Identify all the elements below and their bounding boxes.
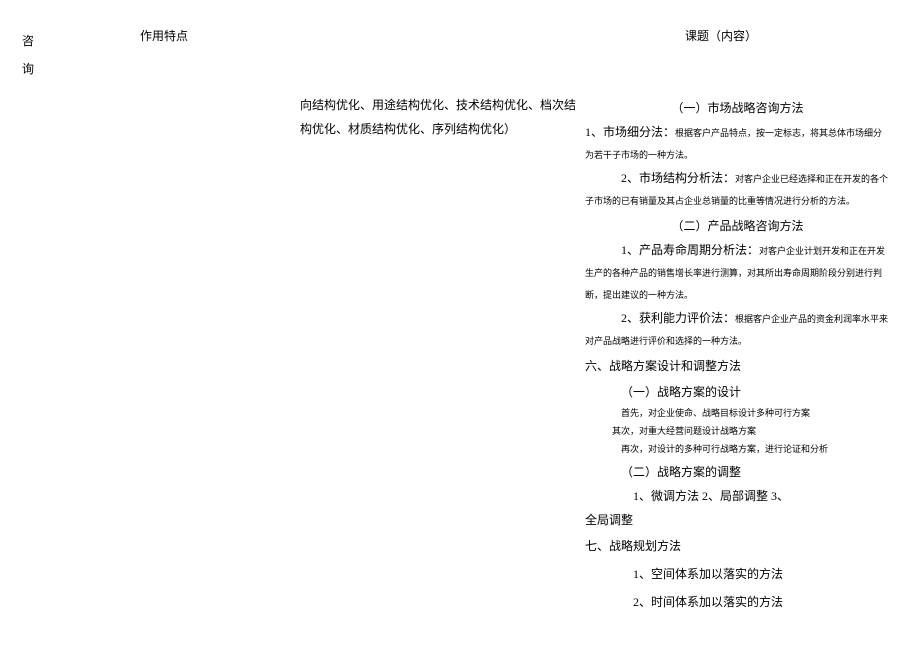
section-6-sub1-title: （一）战略方案的设计 (585, 381, 890, 403)
method-1-2: 2、市场结构分析法：对客户企业已经选择和正在开发的各个子市场的已有销量及其占企业… (585, 167, 890, 211)
section-6-sub2-line1b: 全局调整 (585, 509, 890, 531)
header-mid-label: 作用特点 (140, 27, 188, 44)
section-6-sub2-line1a: 1、微调方法 2、局部调整 3、 (585, 485, 890, 507)
section-6-sub1-line2: 其次，对重大经营问题设计战略方案 (585, 423, 890, 439)
section-7-line1: 1、空间体系加以落实的方法 (585, 563, 890, 585)
method-2-1-label: 1、产品寿命周期分析法： (621, 243, 759, 257)
method-1-2-label: 2、市场结构分析法： (621, 171, 735, 185)
section-6-sub2-title: （二）战略方案的调整 (585, 461, 890, 483)
method-2-1: 1、产品寿命周期分析法：对客户企业计划开发和正在开发生产的各种产品的销售增长率进… (585, 239, 890, 305)
section-6-title: 六、战略方案设计和调整方法 (585, 355, 890, 377)
method-2-2-label: 2、获利能力评价法： (621, 311, 735, 325)
left-body-text: 向结构优化、用途结构优化、技术结构优化、档次结构优化、材质结构优化、序列结构优化… (300, 93, 580, 141)
section-2-title: （二）产品战略咨询方法 (585, 215, 890, 237)
section-1-title: （一）市场战略咨询方法 (585, 97, 890, 119)
method-1-1-label: 1、市场细分法： (585, 125, 675, 139)
section-6-sub1-line1: 首先，对企业使命、战略目标设计多种可行方案 (585, 405, 890, 421)
section-6-sub1-line3: 再次，对设计的多种可行战略方案，进行论证和分析 (585, 441, 890, 457)
header-left-label: 咨 询 (22, 27, 34, 83)
method-1-1: 1、市场细分法：根据客户产品特点，按一定标志，将其总体市场细分为若干子市场的一种… (585, 121, 890, 165)
section-7-title: 七、战略规划方法 (585, 535, 890, 557)
method-2-2: 2、获利能力评价法：根据客户企业产品的资金利润率水平来对产品战略进行评价和选择的… (585, 307, 890, 351)
right-column: （一）市场战略咨询方法 1、市场细分法：根据客户产品特点，按一定标志，将其总体市… (585, 93, 890, 615)
header-right-label: 课题（内容） (685, 27, 757, 44)
section-7-line2: 2、时间体系加以落实的方法 (585, 591, 890, 613)
